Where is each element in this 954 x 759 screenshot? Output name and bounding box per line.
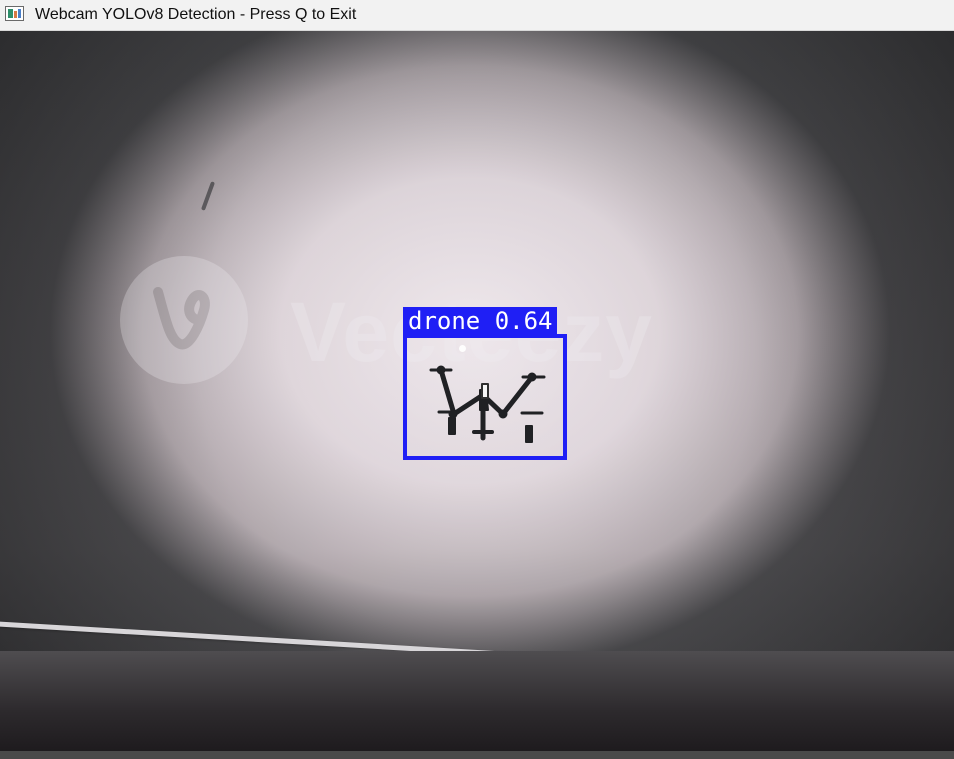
app-icon-segment-green (8, 9, 13, 18)
app-icon-segment-orange (14, 11, 17, 18)
app-window-icon (5, 6, 24, 21)
window-bottom-edge (0, 751, 954, 759)
vecteezy-logo-icon (120, 256, 248, 384)
title-bar[interactable]: Webcam YOLOv8 Detection - Press Q to Exi… (0, 0, 954, 31)
window-title: Webcam YOLOv8 Detection - Press Q to Exi… (35, 6, 357, 23)
vecteezy-v-icon (153, 287, 210, 350)
app-icon-segment-blue (18, 9, 21, 18)
foreground-dark-surface (0, 651, 954, 751)
detection-label: drone 0.64 (403, 307, 557, 335)
background-scratch-mark (200, 181, 216, 211)
detection-window: Webcam YOLOv8 Detection - Press Q to Exi… (0, 0, 954, 759)
webcam-video-feed: Vecteezy drone 0.64 (0, 31, 954, 751)
drone-image (429, 365, 546, 443)
